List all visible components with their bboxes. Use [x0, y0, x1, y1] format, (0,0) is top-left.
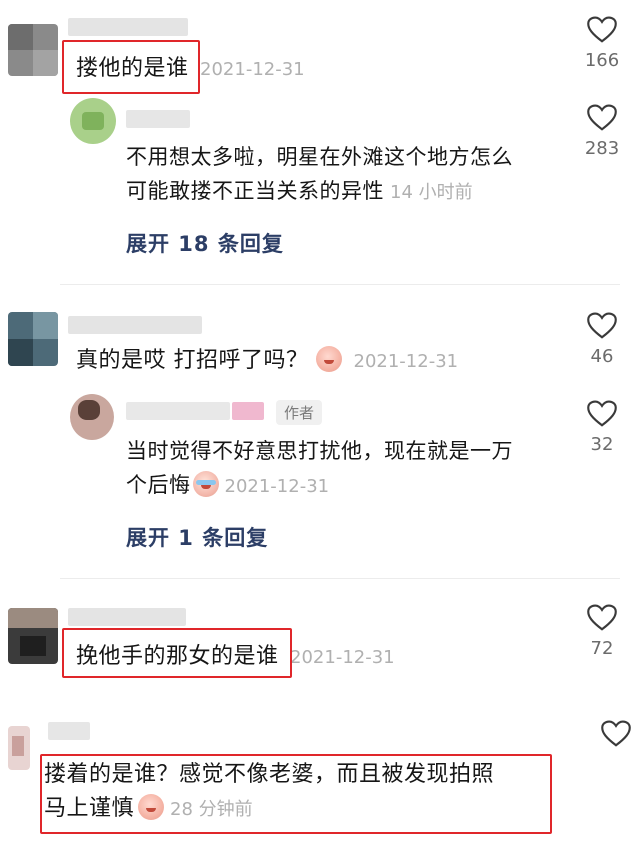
- author-tag: 作者: [276, 400, 323, 425]
- avatar[interactable]: [8, 608, 58, 664]
- highlight-box: [40, 754, 552, 834]
- divider: [60, 578, 620, 579]
- username[interactable]: [48, 722, 90, 740]
- reply-time: 2021-12-31: [224, 476, 330, 497]
- highlight-box: [62, 628, 292, 678]
- reply-avatar[interactable]: [70, 394, 114, 440]
- crying-emoji: [192, 471, 219, 497]
- like-button[interactable]: 72: [582, 604, 622, 659]
- comment-time: 2021-12-31: [200, 59, 305, 80]
- reply-time: 14 小时前: [390, 182, 473, 203]
- like-count: 166: [584, 50, 620, 71]
- reply-avatar[interactable]: [70, 98, 116, 144]
- heart-icon: [587, 104, 617, 131]
- heart-icon: [601, 720, 631, 747]
- highlight-box: [62, 40, 200, 94]
- like-button[interactable]: 166: [582, 16, 622, 71]
- like-button[interactable]: [596, 720, 636, 754]
- username[interactable]: [68, 18, 188, 36]
- heart-icon: [587, 400, 617, 427]
- expand-replies-link[interactable]: 展开 1 条回复: [126, 522, 268, 552]
- avatar[interactable]: [8, 24, 58, 76]
- reply-like-button[interactable]: 283: [582, 104, 622, 159]
- avatar[interactable]: [8, 726, 30, 770]
- reply-text: 当时觉得不好意思打扰他，现在就是一万 个后悔 2021-12-31: [126, 439, 513, 497]
- pink-badge: [232, 402, 264, 420]
- like-count: 283: [584, 138, 620, 159]
- username[interactable]: [68, 608, 186, 626]
- heart-icon: [587, 604, 617, 631]
- avatar[interactable]: [8, 312, 58, 366]
- username[interactable]: [68, 316, 202, 334]
- reply-username[interactable]: [126, 110, 190, 128]
- like-button[interactable]: 46: [582, 312, 622, 367]
- like-count: 32: [590, 434, 614, 455]
- reply-text: 不用想太多啦，明星在外滩这个地方怎么 可能敢搂不正当关系的异性 14 小时前: [126, 145, 513, 203]
- divider: [60, 284, 620, 285]
- like-count: 46: [590, 346, 614, 367]
- heart-icon: [587, 16, 617, 43]
- expand-replies-link[interactable]: 展开 18 条回复: [126, 228, 284, 258]
- heart-icon: [587, 312, 617, 339]
- comment-text: 真的是哎 打招呼了吗？ 2021-12-31: [76, 346, 459, 373]
- comment-time: 2021-12-31: [353, 351, 459, 372]
- grin-emoji: [316, 346, 342, 372]
- reply-username[interactable]: [126, 402, 230, 420]
- like-count: 72: [590, 638, 614, 659]
- comment-time: 2021-12-31: [290, 647, 395, 668]
- reply-like-button[interactable]: 32: [582, 400, 622, 455]
